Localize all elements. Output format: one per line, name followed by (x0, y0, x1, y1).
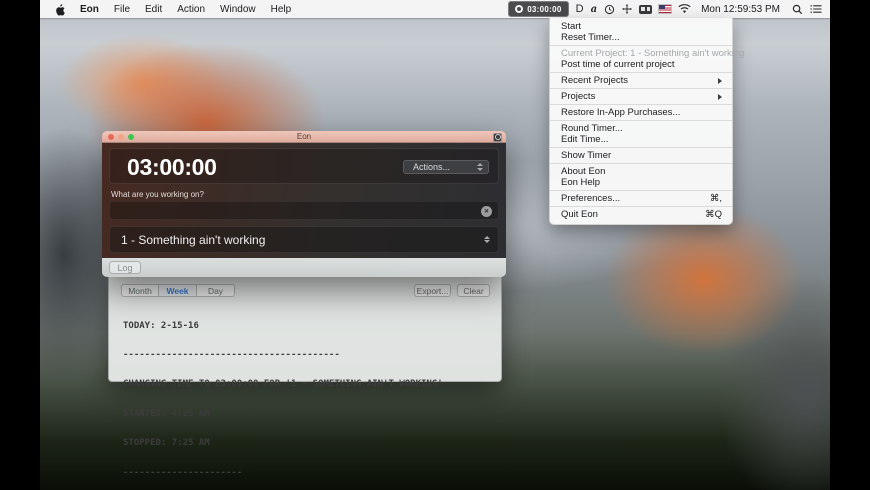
zoom-button[interactable] (128, 134, 134, 140)
menubar-clock[interactable]: Mon 12:59:53 PM (701, 4, 780, 15)
menu-separator (550, 72, 732, 73)
menu-separator (550, 120, 732, 121)
menubar-item-window[interactable]: Window (220, 4, 256, 15)
log-toggle-button[interactable]: Log (109, 261, 141, 274)
stepper-arrows-icon (484, 236, 490, 244)
window-titlebar[interactable]: Eon (102, 131, 506, 143)
menu-separator (550, 104, 732, 105)
menu-separator (550, 190, 732, 191)
log-output: TODAY: 2-15-16 -------------------------… (123, 302, 443, 490)
actions-dropdown-button[interactable]: Actions... (403, 160, 489, 174)
menubar-item-help[interactable]: Help (271, 4, 292, 15)
menu-item-post-time[interactable]: Post time of current project (550, 59, 732, 70)
desktop-screen: Eon File Edit Action Window Help 03:00:0… (40, 0, 830, 490)
menubar-left: Eon File Edit Action Window Help (40, 3, 291, 16)
log-drawer: Month Week Day Export... Clear TODAY: 2-… (108, 277, 502, 382)
segment-month[interactable]: Month (121, 284, 159, 297)
menu-separator (550, 206, 732, 207)
menu-item-eon-help[interactable]: Eon Help (550, 177, 732, 188)
project-select[interactable]: 1 - Something ain't working (109, 226, 499, 253)
menu-item-recent-projects[interactable]: Recent Projects (550, 75, 732, 86)
working-on-label: What are you working on? (111, 190, 204, 199)
menu-shortcut: ⌘Q (705, 209, 722, 220)
eon-dropdown-menu: Start Reset Timer... Current Project: 1 … (549, 18, 733, 225)
menubar-item-action[interactable]: Action (177, 4, 205, 15)
wifi-icon[interactable] (678, 4, 691, 14)
log-line: TODAY: 2-15-16 (123, 322, 443, 332)
timer-display-panel: 03:00:00 Actions... (109, 148, 499, 184)
menubar-item-edit[interactable]: Edit (145, 4, 162, 15)
clear-input-icon[interactable] (481, 206, 492, 217)
menubar-status-area: 03:00:00 D a Mon 12:59:53 PM (508, 1, 830, 17)
menu-item-start[interactable]: Start (550, 21, 732, 32)
a-menu-extra-icon[interactable]: a (591, 4, 597, 15)
log-line: ---------------------------------------- (123, 351, 443, 361)
menu-item-preferences[interactable]: Preferences...⌘, (550, 193, 732, 204)
clear-button[interactable]: Clear (457, 284, 490, 297)
menubar-item-eon[interactable]: Eon (80, 4, 99, 15)
us-flag-input-icon[interactable] (659, 5, 671, 13)
menu-separator (550, 147, 732, 148)
log-line: ---------------------- (123, 469, 443, 479)
menu-separator (550, 163, 732, 164)
menu-item-edit-time[interactable]: Edit Time... (550, 134, 732, 145)
menu-item-current-project: Current Project: 1 - Something ain't wor… (550, 48, 732, 59)
window-body: 03:00:00 Actions... What are you working… (102, 143, 506, 258)
notification-center-icon[interactable] (810, 4, 822, 14)
eon-window: Eon 03:00:00 Actions... What are you wor… (102, 131, 506, 277)
menubar-item-file[interactable]: File (114, 4, 130, 15)
log-line: CHANGING TIME TO 03:00:00 FOR '1 - SOMET… (123, 380, 443, 390)
menubar: Eon File Edit Action Window Help 03:00:0… (40, 0, 830, 18)
submenu-arrow-icon (718, 94, 722, 100)
segment-week[interactable]: Week (159, 284, 197, 297)
timer-display: 03:00:00 (127, 152, 217, 182)
menu-separator (550, 88, 732, 89)
minimize-button[interactable] (118, 134, 124, 140)
submenu-arrow-icon (718, 78, 722, 84)
eon-status-timer: 03:00:00 (527, 5, 561, 14)
close-button[interactable] (108, 134, 114, 140)
eon-status-item[interactable]: 03:00:00 (508, 1, 568, 17)
popup-arrows-icon (477, 163, 483, 171)
menu-item-projects[interactable]: Projects (550, 91, 732, 102)
menu-item-round-timer[interactable]: Round Timer... (550, 123, 732, 134)
project-select-value: 1 - Something ain't working (121, 233, 265, 247)
menu-separator (550, 45, 732, 46)
apple-menu[interactable] (55, 3, 65, 16)
keyboard-indicator-icon[interactable] (639, 5, 652, 14)
move-crosshair-icon[interactable] (622, 4, 632, 14)
menu-item-quit-eon[interactable]: Quit Eon⌘Q (550, 209, 732, 220)
window-footer: Log (102, 258, 506, 277)
menu-item-restore-purchases[interactable]: Restore In-App Purchases... (550, 107, 732, 118)
menu-item-about-eon[interactable]: About Eon (550, 166, 732, 177)
menu-item-reset-timer[interactable]: Reset Timer... (550, 32, 732, 43)
menu-item-show-timer[interactable]: Show Timer (550, 150, 732, 161)
period-segmented-control: Month Week Day (121, 284, 235, 297)
segment-day[interactable]: Day (197, 284, 235, 297)
log-line: STARTED: 4:25 AM (123, 410, 443, 420)
d-menu-extra-icon[interactable]: D (576, 3, 584, 15)
spotlight-search-icon[interactable] (792, 4, 803, 15)
apple-logo-icon (55, 3, 65, 16)
window-title: Eon (102, 131, 506, 143)
eon-timer-icon (515, 5, 523, 13)
export-button[interactable]: Export... (414, 284, 451, 297)
menu-shortcut: ⌘, (710, 193, 722, 204)
titlebar-accessory-button[interactable] (493, 133, 502, 142)
history-clock-icon[interactable] (604, 4, 615, 15)
log-line: STOPPED: 7:25 AM (123, 439, 443, 449)
task-input[interactable] (109, 201, 499, 220)
